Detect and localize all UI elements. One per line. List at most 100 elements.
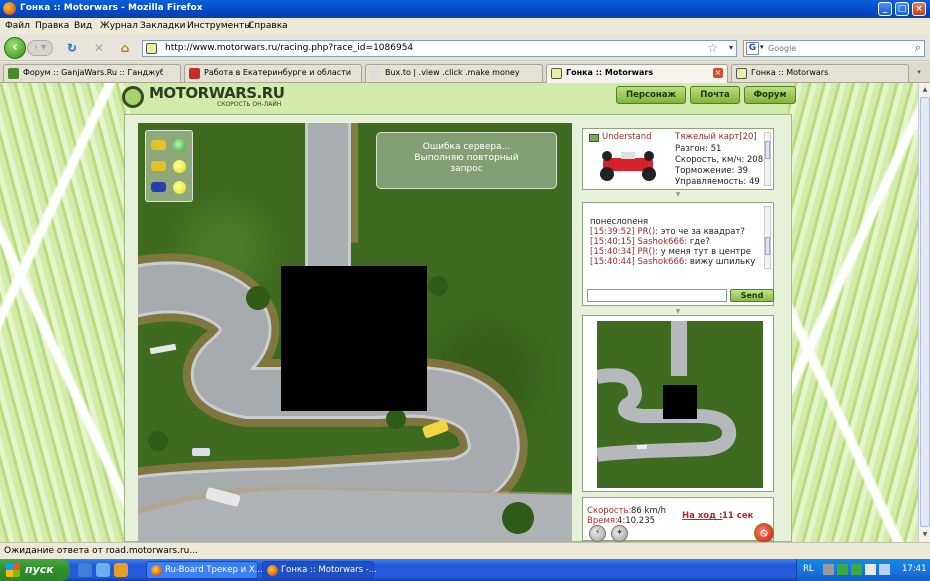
server-error-message: Ошибка сервера... Выполняю повторный зап… bbox=[376, 132, 557, 189]
car-icon bbox=[151, 182, 166, 192]
minimize-button[interactable]: _ bbox=[878, 2, 892, 16]
forward-button[interactable]: › ▾ bbox=[27, 40, 53, 56]
start-button[interactable]: пуск bbox=[0, 559, 70, 581]
racer-name[interactable]: Understand bbox=[602, 132, 651, 142]
race-track[interactable]: Ошибка сервера... Выполняю повторный зап… bbox=[138, 123, 572, 541]
yellow-light-icon bbox=[173, 160, 186, 173]
bush bbox=[246, 286, 270, 310]
racer-scrollbar[interactable] bbox=[764, 132, 771, 186]
close-tab-icon[interactable]: × bbox=[713, 68, 723, 78]
google-icon[interactable]: G bbox=[746, 42, 759, 55]
tray-icon[interactable] bbox=[865, 564, 876, 575]
menu-tools[interactable]: Инструменты bbox=[187, 21, 251, 31]
system-tray: RL 17:41 bbox=[796, 559, 930, 581]
search-icon[interactable]: ⌕ bbox=[915, 41, 921, 55]
kart-image bbox=[591, 146, 665, 183]
brake-button[interactable]: ✦ bbox=[611, 525, 628, 542]
race-sidebar: Understand Тяжелый карт[20] Разгон: 51 С… bbox=[578, 123, 776, 542]
menu-view[interactable]: Вид bbox=[74, 21, 92, 31]
desktop: Гонка :: Motorwars - Mozilla Firefox _ □… bbox=[0, 0, 930, 581]
collapse-arrow-icon[interactable]: ▼ bbox=[672, 192, 684, 198]
menu-file[interactable]: Файл bbox=[5, 21, 30, 31]
error-line: запрос bbox=[450, 164, 483, 174]
tab-buxto[interactable]: Bux.to | .view .click .make money bbox=[365, 64, 543, 82]
search-input[interactable] bbox=[768, 42, 908, 55]
menu-help[interactable]: Справка bbox=[248, 21, 288, 31]
bush bbox=[428, 276, 448, 296]
home-icon[interactable]: ⌂ bbox=[117, 40, 133, 56]
url-text[interactable]: http://www.motorwars.ru/racing.php?race_… bbox=[165, 43, 413, 53]
firefox-quicklaunch-icon[interactable] bbox=[114, 563, 128, 577]
tray-icon[interactable] bbox=[823, 564, 834, 575]
send-button[interactable]: Send bbox=[730, 289, 774, 302]
tray-icon[interactable] bbox=[837, 564, 848, 575]
minimap[interactable] bbox=[597, 321, 763, 488]
url-bar[interactable]: http://www.motorwars.ru/racing.php?race_… bbox=[142, 40, 737, 57]
show-desktop-icon[interactable] bbox=[78, 563, 92, 577]
minimap-panel bbox=[582, 315, 774, 492]
stat-acceleration: Разгон: 51 bbox=[675, 144, 722, 154]
scroll-thumb[interactable] bbox=[920, 97, 930, 527]
error-line: Ошибка сервера... bbox=[422, 142, 511, 152]
stat-braking: Торможение: 39 bbox=[675, 166, 748, 176]
tab-label: Работа в Екатеринбурге и области bbox=[204, 68, 352, 77]
back-button[interactable]: ‹ bbox=[4, 37, 26, 59]
chat-scrollbar[interactable] bbox=[764, 206, 771, 269]
bookmark-star-icon[interactable]: ☆ bbox=[707, 41, 718, 55]
title-bar: Гонка :: Motorwars - Mozilla Firefox _ □… bbox=[0, 0, 930, 18]
volume-icon[interactable] bbox=[879, 564, 890, 575]
taskbar-item-motorwars[interactable]: Гонка :: Motorwars -... bbox=[262, 561, 377, 579]
search-bar[interactable]: G ▾ ⌕ bbox=[743, 40, 925, 57]
tab-motorwars-active[interactable]: Гонка :: Motorwars × bbox=[546, 64, 728, 83]
web-page: MOTORWARS.RU СКОРОСТЬ ОН-ЛАЙН Персонаж П… bbox=[0, 83, 918, 542]
url-dropdown-icon[interactable]: ▾ bbox=[729, 43, 733, 52]
menu-edit[interactable]: Правка bbox=[35, 21, 69, 31]
mail-button[interactable]: Почта bbox=[690, 86, 740, 104]
chat-line: понеслоnеня bbox=[590, 217, 649, 227]
tab-list-icon[interactable]: ▾ bbox=[913, 66, 925, 78]
tab-e1-jobs[interactable]: Работа в Екатеринбурге и области bbox=[184, 64, 362, 82]
decorative-background-left bbox=[0, 83, 130, 542]
ie-icon[interactable] bbox=[96, 563, 110, 577]
character-button[interactable]: Персонаж bbox=[616, 86, 686, 104]
scroll-up-icon[interactable]: ▲ bbox=[920, 84, 930, 96]
menu-history[interactable]: Журнал bbox=[100, 21, 138, 31]
close-button[interactable]: × bbox=[912, 2, 926, 16]
maximize-button[interactable]: □ bbox=[895, 2, 909, 16]
windows-logo-icon bbox=[6, 563, 20, 577]
scroll-down-icon[interactable]: ▼ bbox=[920, 529, 930, 541]
tab-label: Bux.to | .view .click .make money bbox=[385, 68, 520, 77]
yellow-light-icon bbox=[173, 181, 186, 194]
bush bbox=[148, 431, 168, 451]
speed-value: 86 km/h bbox=[631, 506, 666, 516]
firefox-icon bbox=[151, 565, 162, 576]
taskbar-item-label: Ru-Board Трекер и Х... bbox=[165, 565, 263, 575]
kart-name: Тяжелый карт[20] bbox=[675, 132, 757, 142]
tab-motorwars[interactable]: Гонка :: Motorwars bbox=[731, 64, 909, 82]
scroll-thumb[interactable] bbox=[765, 141, 770, 159]
forum-button[interactable]: Форум bbox=[744, 86, 796, 104]
boost-button[interactable]: ⚡ bbox=[589, 525, 606, 542]
chat-line: [15:40:15] Sashok666: где? bbox=[590, 237, 710, 247]
language-indicator[interactable]: RL bbox=[803, 564, 814, 574]
turn-label: На ход : bbox=[682, 511, 723, 521]
tray-icon[interactable] bbox=[851, 564, 862, 575]
reload-icon[interactable]: ↻ bbox=[64, 40, 80, 56]
tab-ganjawars[interactable]: Форум :: GanjaWars.Ru :: Ганджубас... bbox=[3, 64, 181, 82]
taskbar-item-label: Гонка :: Motorwars -... bbox=[281, 565, 377, 575]
quit-race-button[interactable]: ⦸ bbox=[754, 523, 774, 542]
error-line: Выполняю повторный bbox=[414, 153, 519, 163]
chat-line: [15:40:44] Sashok666: вижу шпильку bbox=[590, 257, 756, 267]
menu-bar: Файл Правка Вид Журнал Закладки Инструме… bbox=[0, 18, 930, 35]
chat-input[interactable] bbox=[587, 289, 727, 302]
scroll-thumb[interactable] bbox=[765, 237, 770, 255]
menu-bookmarks[interactable]: Закладки bbox=[140, 21, 186, 31]
racer-info-panel: Understand Тяжелый карт[20] Разгон: 51 С… bbox=[582, 128, 774, 190]
tab-bar: Форум :: GanjaWars.Ru :: Ганджубас... Ра… bbox=[0, 62, 930, 83]
search-engine-dropdown-icon[interactable]: ▾ bbox=[760, 43, 764, 51]
start-label: пуск bbox=[25, 563, 54, 576]
taskbar-item-ruboard[interactable]: Ru-Board Трекер и Х... bbox=[146, 561, 263, 579]
tab-favicon-icon bbox=[736, 68, 747, 79]
page-scrollbar[interactable]: ▲ ▼ bbox=[918, 83, 930, 542]
stop-icon[interactable]: ✕ bbox=[91, 40, 107, 56]
